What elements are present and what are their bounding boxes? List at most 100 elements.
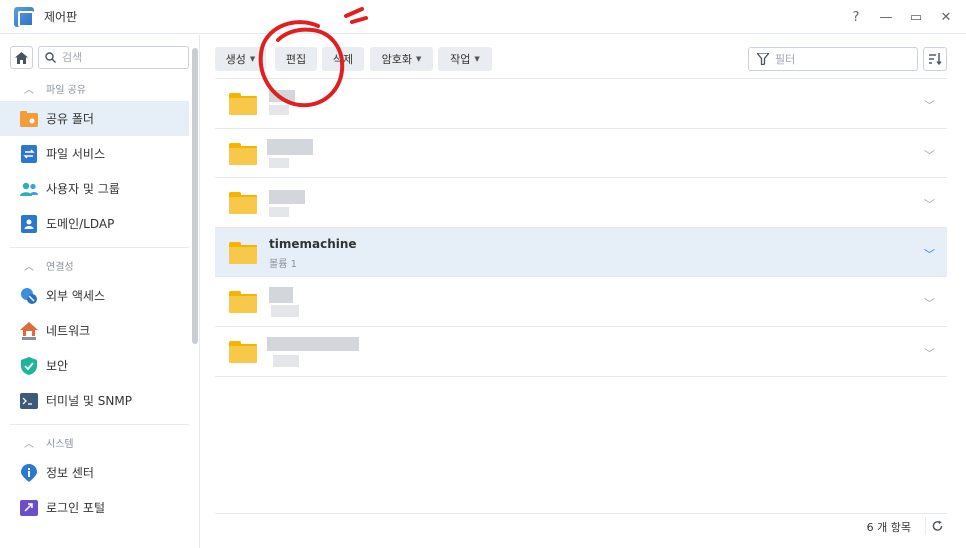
folder-text: timemachine 볼륨 1 — [269, 237, 357, 270]
sidebar-item-login-portal[interactable]: 로그인 포털 — [0, 490, 189, 525]
filter-funnel-icon — [757, 53, 769, 65]
folder-icon — [229, 93, 257, 115]
sidebar-item-label: 로그인 포털 — [46, 501, 106, 515]
sidebar-item-label: 공유 폴더 — [46, 112, 94, 126]
sidebar: ︿ 파일 공유 공유 폴더 파일 서비스 사용자 및 그룹 도메인/LDAP ︿… — [0, 35, 200, 548]
sidebar-item-external-access[interactable]: 외부 액세스 — [0, 278, 189, 313]
list-footer: 6 개 항목 — [215, 513, 947, 537]
home-button[interactable] — [10, 46, 33, 69]
home-icon — [15, 51, 28, 64]
caret-down-icon: ▼ — [415, 55, 422, 63]
sort-icon — [928, 53, 942, 65]
section-header-connectivity[interactable]: ︿ 연결성 — [0, 252, 199, 278]
login-portal-icon — [20, 499, 38, 517]
sidebar-item-file-services[interactable]: 파일 서비스 — [0, 136, 189, 171]
create-button-label: 생성 — [225, 53, 246, 66]
chevron-down-icon[interactable]: ﹀ — [924, 246, 935, 262]
sidebar-item-label: 터미널 및 SNMP — [46, 394, 132, 408]
section-header-system[interactable]: ︿ 시스템 — [0, 429, 199, 455]
folder-row[interactable]: ﹀ — [215, 178, 947, 228]
external-access-icon — [20, 287, 38, 305]
folder-row[interactable]: ﹀ — [215, 277, 947, 327]
toolbar: 생성 ▼ 편집 삭제 암호화 ▼ 작업 ▼ — [215, 47, 947, 71]
sidebar-search-input[interactable] — [62, 51, 182, 64]
shared-folder-list: ﹀ ﹀ ﹀ timemachine 볼륨 1 ﹀ ﹀ ﹀ — [215, 78, 947, 377]
sidebar-item-info-center[interactable]: 정보 센터 — [0, 455, 189, 490]
chevron-down-icon[interactable]: ﹀ — [924, 97, 935, 113]
redacted-folder-name — [267, 87, 387, 121]
folder-row-selected[interactable]: timemachine 볼륨 1 ﹀ — [215, 227, 947, 278]
filter-input[interactable] — [775, 52, 895, 66]
window-controls: ? — ▭ ✕ — [848, 0, 954, 34]
redacted-folder-name — [267, 136, 387, 171]
folder-icon — [229, 192, 257, 215]
domain-icon — [20, 214, 38, 233]
folder-row[interactable]: ﹀ — [215, 79, 947, 129]
chevron-down-icon[interactable]: ﹀ — [924, 345, 935, 361]
sidebar-item-terminal-snmp[interactable]: 터미널 및 SNMP — [0, 383, 189, 418]
edit-button-label: 편집 — [285, 53, 307, 66]
sidebar-scrollbar[interactable] — [192, 48, 198, 344]
encrypt-button[interactable]: 암호화 ▼ — [370, 47, 433, 71]
minimize-button[interactable]: — — [878, 10, 894, 25]
chevron-down-icon[interactable]: ﹀ — [924, 295, 935, 311]
section-header-file-sharing[interactable]: ︿ 파일 공유 — [0, 75, 199, 101]
close-button[interactable]: ✕ — [938, 10, 954, 25]
security-shield-icon — [20, 356, 38, 375]
sidebar-item-label: 도메인/LDAP — [46, 217, 115, 231]
chevron-down-icon[interactable]: ﹀ — [924, 196, 935, 212]
file-services-icon — [20, 144, 38, 163]
folder-row[interactable]: ﹀ — [215, 129, 947, 179]
action-button[interactable]: 작업 ▼ — [438, 47, 492, 71]
section-title: 연결성 — [46, 261, 74, 273]
sidebar-item-label: 외부 액세스 — [46, 289, 106, 303]
chevron-up-icon: ︿ — [24, 84, 34, 96]
title-bar: 제어판 ? — ▭ ✕ — [0, 0, 966, 34]
caret-down-icon: ▼ — [249, 55, 256, 63]
edit-button[interactable]: 편집 — [275, 47, 317, 71]
folder-icon — [229, 291, 257, 314]
encrypt-button-label: 암호화 — [381, 53, 412, 66]
sidebar-item-label: 보안 — [46, 359, 69, 373]
window-title: 제어판 — [44, 10, 78, 24]
search-icon — [45, 52, 56, 63]
sidebar-divider — [10, 247, 189, 248]
chevron-down-icon[interactable]: ﹀ — [924, 147, 935, 163]
info-icon — [20, 463, 38, 482]
redacted-folder-name — [267, 334, 407, 369]
redacted-folder-name — [267, 285, 407, 320]
folder-icon — [229, 142, 257, 165]
network-icon — [20, 321, 38, 340]
sort-button[interactable] — [923, 47, 947, 71]
shared-folder-icon — [20, 110, 38, 128]
create-button[interactable]: 생성 ▼ — [215, 47, 266, 71]
delete-button-label: 삭제 — [332, 53, 354, 66]
section-title: 시스템 — [46, 438, 74, 450]
sidebar-item-domain-ldap[interactable]: 도메인/LDAP — [0, 206, 189, 241]
sidebar-divider — [10, 424, 189, 425]
action-button-label: 작업 — [450, 53, 471, 66]
sidebar-item-shared-folder[interactable]: 공유 폴더 — [0, 101, 189, 136]
delete-button[interactable]: 삭제 — [322, 47, 364, 71]
folder-row[interactable]: ﹀ — [215, 327, 947, 377]
sidebar-search-box[interactable] — [38, 46, 189, 69]
item-count: 6 개 항목 — [866, 521, 911, 534]
filter-box[interactable] — [748, 47, 918, 71]
terminal-icon — [20, 392, 38, 410]
sidebar-item-security[interactable]: 보안 — [0, 348, 189, 383]
control-panel-icon — [14, 6, 34, 27]
sidebar-item-label: 파일 서비스 — [46, 147, 106, 161]
sidebar-item-label: 사용자 및 그룹 — [46, 182, 120, 196]
sidebar-item-network[interactable]: 네트워크 — [0, 313, 189, 348]
help-button[interactable]: ? — [848, 10, 864, 25]
refresh-button[interactable] — [925, 517, 943, 535]
chevron-up-icon: ︿ — [24, 261, 34, 273]
folder-icon — [229, 340, 257, 363]
caret-down-icon: ▼ — [474, 55, 480, 63]
maximize-button[interactable]: ▭ — [908, 10, 924, 25]
folder-volume: 볼륨 1 — [269, 258, 297, 270]
chevron-up-icon: ︿ — [24, 438, 34, 450]
sidebar-item-users-groups[interactable]: 사용자 및 그룹 — [0, 171, 189, 206]
users-icon — [20, 180, 38, 198]
folder-icon — [229, 241, 257, 264]
